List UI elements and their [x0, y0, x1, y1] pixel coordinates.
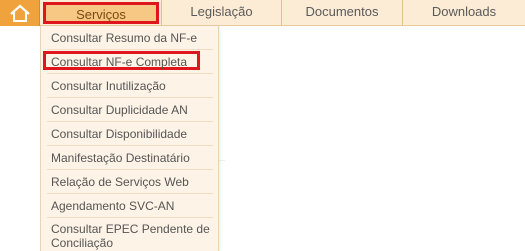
menu-divider [47, 217, 213, 218]
nav-legislacao[interactable]: Legislação [162, 0, 281, 26]
nav-downloads[interactable]: Downloads [403, 0, 525, 26]
servicos-dropdown-menu: Consultar Resumo da NF-e Consultar NF-e … [40, 26, 219, 251]
nav-servicos[interactable]: Serviços [43, 2, 159, 24]
menu-divider [47, 49, 213, 50]
menu-divider [47, 193, 213, 194]
menu-divider [47, 97, 213, 98]
home-icon [10, 4, 30, 22]
nav-documentos[interactable]: Documentos [282, 0, 402, 26]
menu-item-consultar-nfe-completa[interactable]: Consultar NF-e Completa [51, 55, 216, 69]
menu-item-consultar-inutilizacao[interactable]: Consultar Inutilização [51, 79, 216, 93]
menu-item-consultar-resumo[interactable]: Consultar Resumo da NF-e [51, 31, 216, 45]
menu-item-agendamento-svc-an[interactable]: Agendamento SVC-AN [51, 199, 216, 213]
home-button[interactable] [0, 0, 40, 26]
menu-item-relacao-servicos-web[interactable]: Relação de Serviços Web [51, 175, 216, 189]
menu-item-consultar-disponibilidade[interactable]: Consultar Disponibilidade [51, 127, 216, 141]
menu-divider [47, 145, 213, 146]
background-line [219, 160, 225, 161]
page: Serviços Legislação Documentos Downloads… [0, 0, 525, 251]
menu-divider [47, 73, 213, 74]
menu-item-manifestacao-destinatario[interactable]: Manifestação Destinatário [51, 151, 216, 165]
menu-divider [47, 169, 213, 170]
menu-item-consultar-duplicidade[interactable]: Consultar Duplicidade AN [51, 103, 216, 117]
top-navigation: Serviços Legislação Documentos Downloads [0, 0, 525, 26]
menu-item-consultar-epec-pendente[interactable]: Consultar EPEC Pendente de Conciliação [51, 222, 211, 250]
menu-divider [47, 121, 213, 122]
